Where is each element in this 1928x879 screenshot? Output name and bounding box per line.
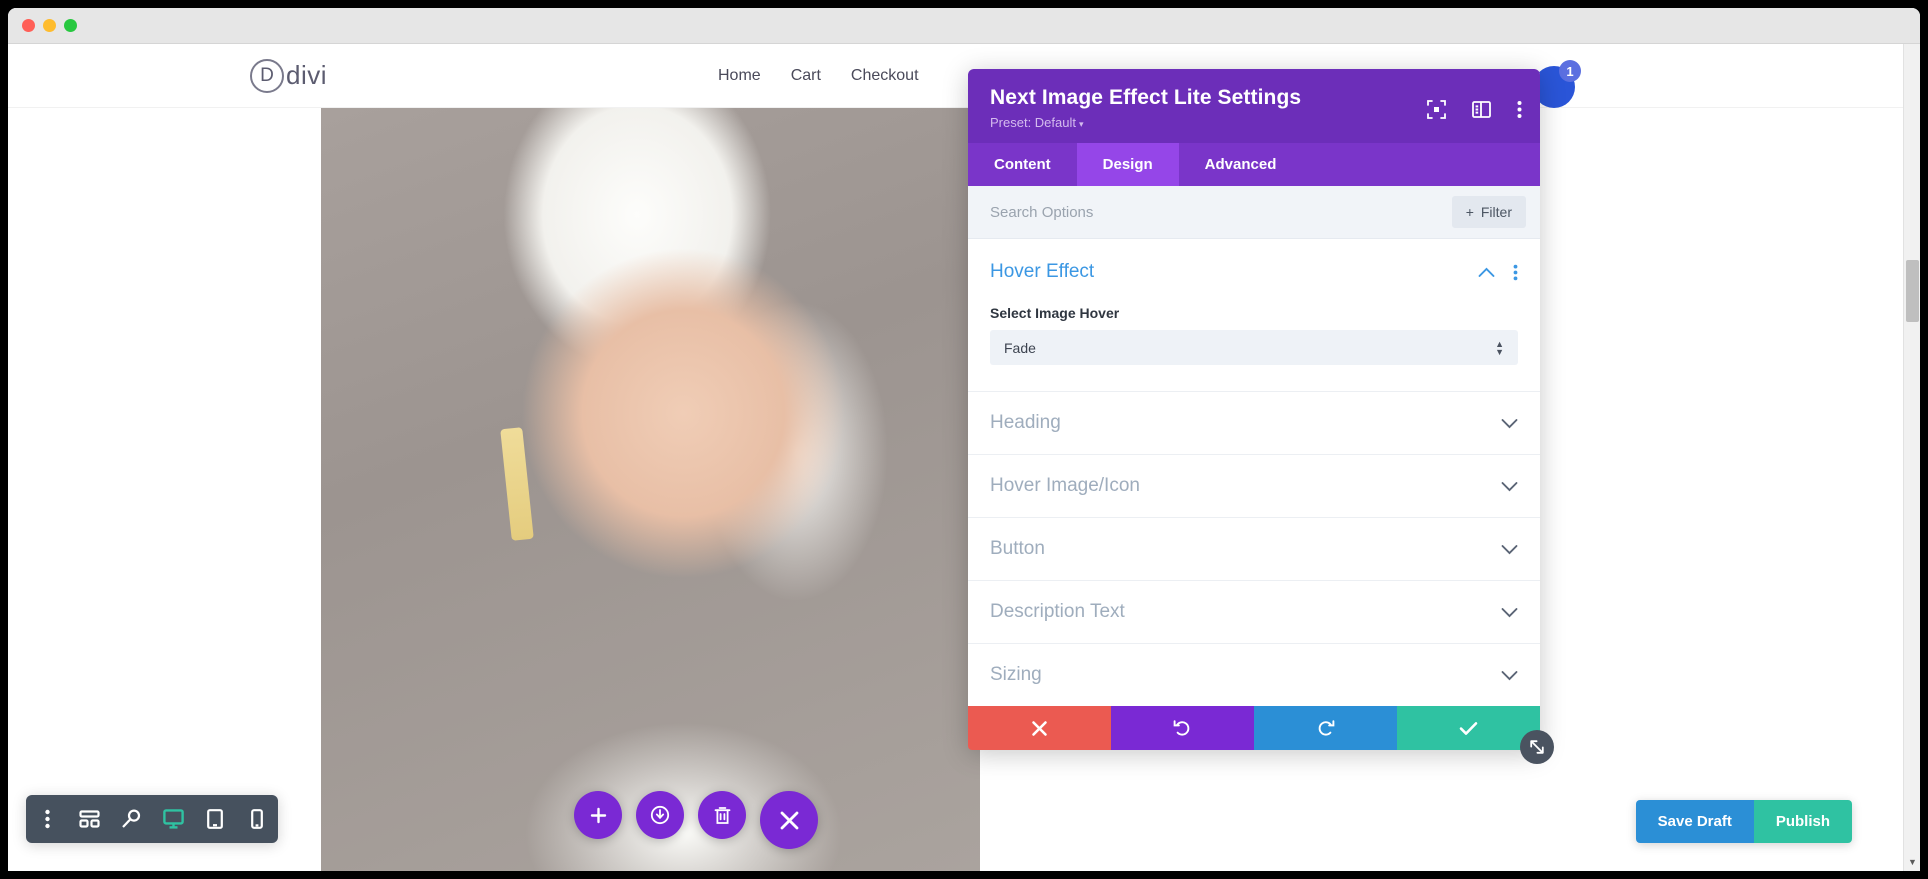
chevron-down-icon (1501, 481, 1518, 492)
zoom-out-view-icon[interactable] (110, 809, 152, 829)
select-image-hover-label: Select Image Hover (990, 305, 1120, 321)
plus-icon: + (1465, 204, 1474, 220)
close-window-button[interactable] (22, 19, 35, 32)
sponge-detail (499, 427, 534, 542)
phone-view-icon[interactable] (236, 809, 278, 829)
browser-window: D divi Home Cart Checkout 1 Next Image E… (8, 8, 1920, 871)
desktop-view-icon[interactable] (152, 809, 194, 829)
search-options-input[interactable] (990, 203, 1452, 221)
preset-label: Preset: Default (990, 115, 1076, 130)
more-vertical-icon[interactable] (1517, 100, 1522, 119)
module-settings-modal: Next Image Effect Lite Settings Preset: … (968, 69, 1554, 764)
focus-target-icon[interactable] (1427, 100, 1446, 119)
chevron-down-icon (1501, 607, 1518, 618)
filter-button[interactable]: + Filter (1451, 196, 1526, 228)
select-image-hover-value: Fade (1004, 339, 1036, 356)
publish-button[interactable]: Publish (1753, 800, 1852, 843)
resize-handle-icon[interactable] (1520, 730, 1554, 764)
section-sizing-label: Sizing (990, 664, 1042, 685)
nav-item-cart[interactable]: Cart (791, 67, 821, 85)
section-header[interactable]: Hover Effect (990, 261, 1518, 283)
builder-floating-actions (574, 791, 818, 849)
modal-header-actions (1427, 100, 1522, 119)
chevron-down-icon (1501, 670, 1518, 681)
filter-button-label: Filter (1480, 204, 1512, 220)
scroll-down-arrow-icon[interactable]: ▼ (1904, 857, 1920, 867)
options-filter-bar: + Filter (968, 186, 1540, 239)
save-to-library-button[interactable] (636, 791, 684, 839)
section-sizing[interactable]: Sizing (968, 643, 1540, 706)
builder-view-toolbar (26, 795, 278, 843)
divi-logo-text: divi (286, 60, 328, 90)
browser-titlebar (8, 8, 1920, 44)
divi-logo-mark: D (250, 58, 284, 93)
redo-button[interactable] (1254, 706, 1397, 750)
chevron-down-icon: ▾ (1079, 119, 1084, 129)
chevron-down-icon (1501, 544, 1518, 555)
select-stepper-icon: ▲ ▼ (1495, 338, 1504, 357)
site-navigation: Home Cart Checkout (718, 67, 919, 85)
wireframe-view-icon[interactable] (68, 810, 110, 828)
section-button-label: Button (990, 538, 1045, 559)
minimize-window-button[interactable] (43, 19, 56, 32)
cancel-button[interactable] (968, 706, 1111, 750)
notification-count: 1 (1559, 60, 1581, 82)
tab-advanced[interactable]: Advanced (1179, 143, 1303, 186)
close-builder-button[interactable] (760, 791, 818, 849)
tab-design[interactable]: Design (1076, 143, 1179, 186)
section-heading[interactable]: Heading (968, 391, 1540, 454)
section-heading-label: Heading (990, 412, 1061, 433)
chevron-up-icon[interactable] (1478, 267, 1495, 278)
section-description-text[interactable]: Description Text (968, 580, 1540, 643)
publish-bar: Save Draft Publish (1635, 800, 1852, 843)
more-options-icon[interactable] (26, 809, 68, 829)
page-viewport: D divi Home Cart Checkout 1 Next Image E… (8, 44, 1920, 871)
add-module-button[interactable] (574, 791, 622, 839)
save-draft-button[interactable]: Save Draft (1635, 800, 1754, 843)
undo-button[interactable] (1111, 706, 1254, 750)
tablet-view-icon[interactable] (194, 809, 236, 829)
delete-button[interactable] (698, 791, 746, 839)
nav-item-checkout[interactable]: Checkout (851, 67, 919, 85)
section-hover-image-icon[interactable]: Hover Image/Icon (968, 454, 1540, 517)
section-button[interactable]: Button (968, 517, 1540, 580)
divi-logo[interactable]: D divi (250, 58, 328, 93)
modal-header: Next Image Effect Lite Settings Preset: … (968, 69, 1540, 143)
hero-image[interactable] (321, 108, 980, 871)
screen: D divi Home Cart Checkout 1 Next Image E… (0, 0, 1928, 879)
section-title: Hover Effect (990, 261, 1095, 282)
traffic-lights (22, 19, 77, 32)
section-hover-effect: Hover Effect Select Image Hover Fade ▲ ▼ (968, 239, 1540, 391)
save-changes-button[interactable] (1397, 706, 1540, 750)
select-image-hover-dropdown[interactable]: Fade ▲ ▼ (990, 330, 1518, 365)
site-header: D divi Home Cart Checkout (8, 44, 1920, 108)
modal-body: Hover Effect Select Image Hover Fade ▲ ▼… (968, 239, 1540, 706)
panel-layout-icon[interactable] (1472, 100, 1491, 119)
builder-canvas (8, 108, 1920, 871)
chevron-down-icon (1501, 418, 1518, 429)
scrollbar-thumb[interactable] (1906, 260, 1919, 322)
section-description-text-label: Description Text (990, 601, 1125, 622)
modal-action-bar (968, 706, 1540, 750)
section-more-vertical-icon[interactable] (1513, 264, 1518, 281)
section-controls (1478, 264, 1518, 281)
nav-item-home[interactable]: Home (718, 67, 761, 85)
modal-tabs: Content Design Advanced (968, 143, 1540, 186)
browser-scrollbar[interactable]: ▼ (1903, 44, 1920, 871)
section-hover-image-icon-label: Hover Image/Icon (990, 475, 1140, 496)
maximize-window-button[interactable] (64, 19, 77, 32)
tab-content[interactable]: Content (968, 143, 1077, 186)
